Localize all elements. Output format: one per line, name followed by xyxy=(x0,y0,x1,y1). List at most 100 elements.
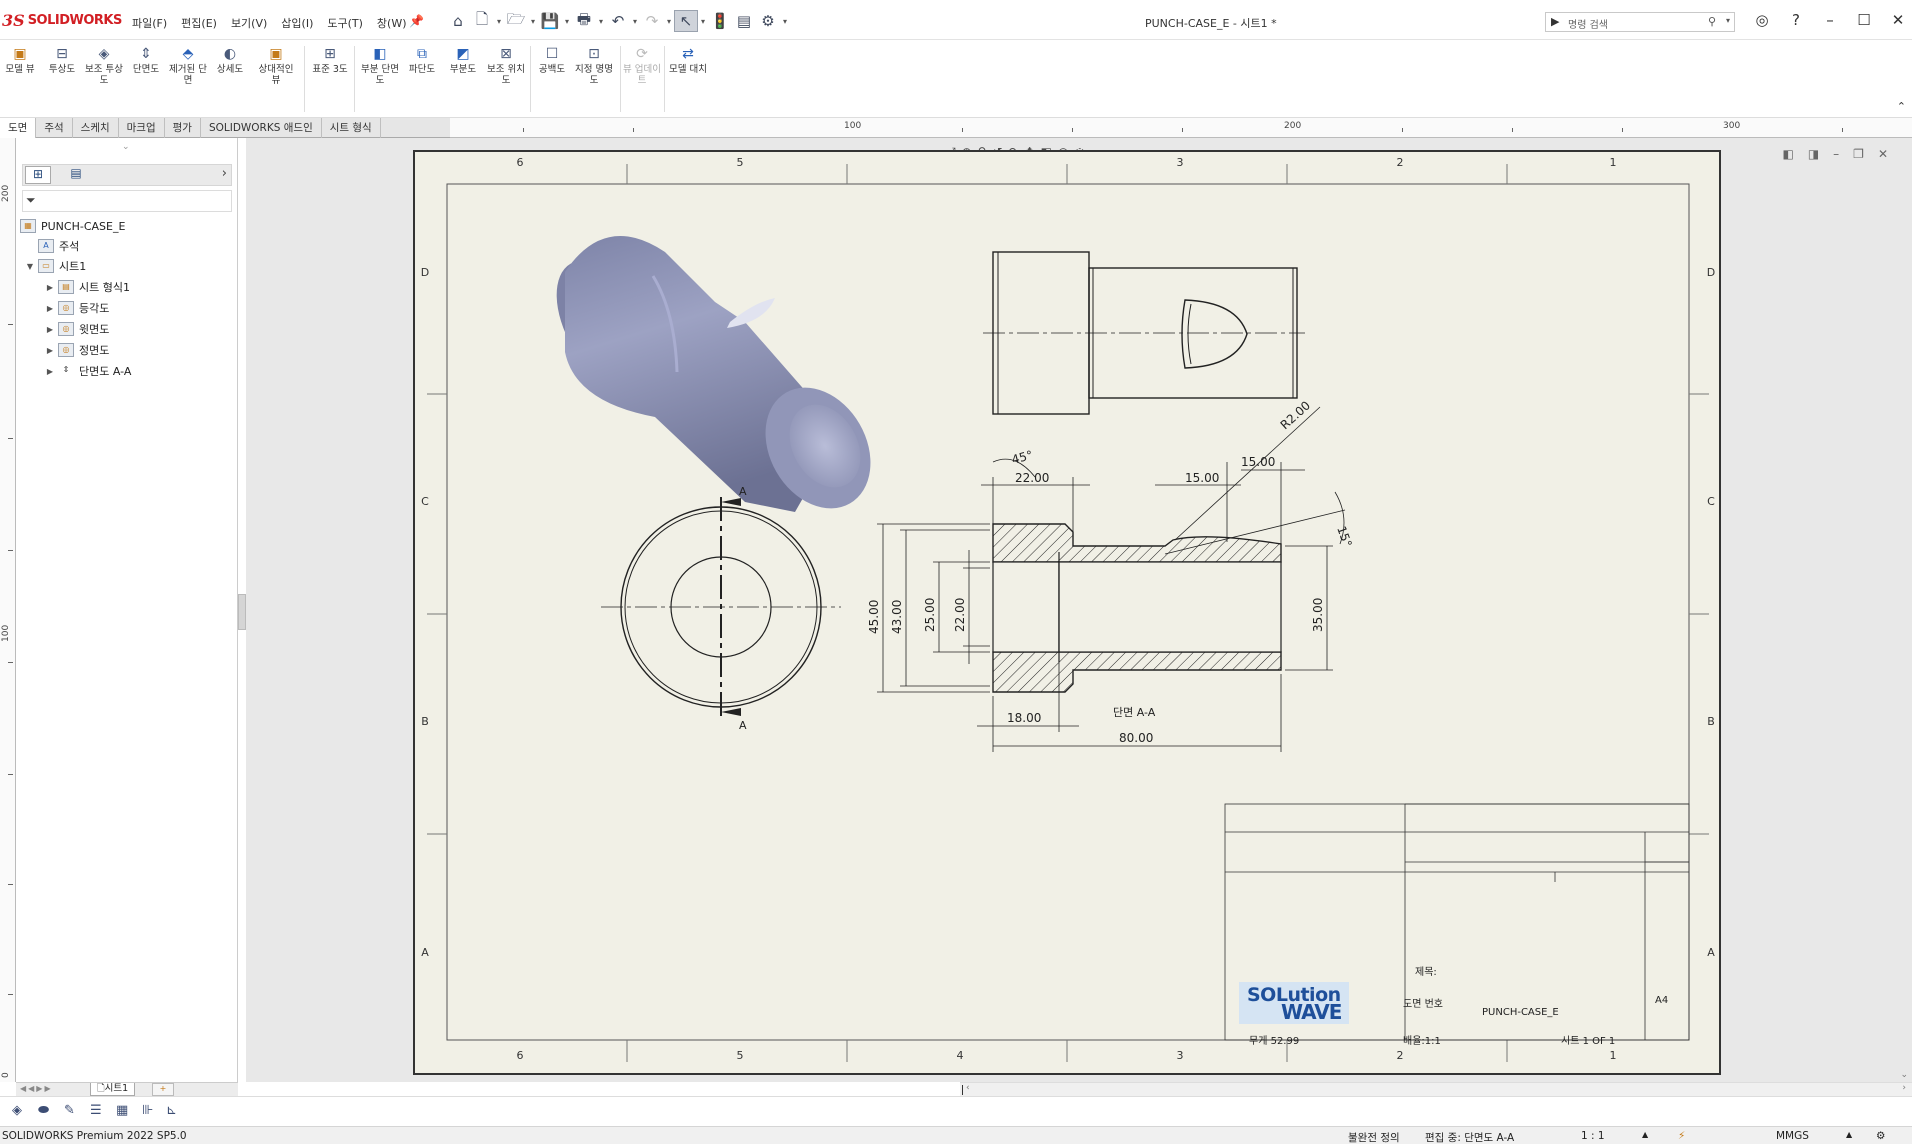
maximize-icon[interactable]: ☐ xyxy=(1847,11,1881,29)
dim-radius[interactable]: R2.00 xyxy=(1278,398,1313,432)
collapse-ribbon-icon[interactable]: ⌃ xyxy=(1897,100,1906,113)
dim-15-a[interactable]: 15.00 xyxy=(1185,471,1219,485)
file-properties-icon[interactable]: ▤ xyxy=(732,10,756,32)
save-icon[interactable]: 💾 xyxy=(538,10,562,32)
dim-chamfer[interactable]: 45° xyxy=(1010,448,1034,467)
tab-drawing[interactable]: 도면 xyxy=(0,118,37,138)
close-icon[interactable]: ✕ xyxy=(1881,11,1912,29)
panel-right-icon[interactable]: ◨ xyxy=(1808,147,1819,161)
redo-icon[interactable]: ↷ xyxy=(640,10,664,32)
break-button[interactable]: ⧉ 파단도 xyxy=(402,46,442,75)
tree-expander[interactable]: ▶ xyxy=(44,367,56,376)
search-dropdown-icon[interactable]: ▾ xyxy=(1726,16,1730,25)
tree-expander[interactable]: ▶ xyxy=(44,304,56,313)
eraser-icon[interactable]: ⬬ xyxy=(38,1103,49,1118)
tree-filter-input[interactable]: ⏷ xyxy=(22,190,232,212)
help-icon[interactable]: ? xyxy=(1779,11,1813,29)
model-view-button[interactable]: ▣ 모델 뷰 xyxy=(0,46,40,75)
top-view[interactable] xyxy=(983,251,1305,415)
tree-expander[interactable]: ▶ xyxy=(44,283,56,292)
auxiliary-view-button[interactable]: ◈ 보조 투상도 xyxy=(84,46,124,86)
panel-left-icon[interactable]: ◧ xyxy=(1782,147,1793,161)
hide-show-edges-icon[interactable]: ⊪ xyxy=(142,1103,153,1118)
relative-view-button[interactable]: ▣ 상대적인 뷰 xyxy=(256,46,296,86)
scroll-down-icon[interactable]: ⌄ xyxy=(1900,1070,1908,1080)
dim-22[interactable]: 22.00 xyxy=(953,598,967,632)
new-document-icon[interactable]: 🗋 xyxy=(470,10,494,32)
open-folder-icon[interactable]: 🗁 xyxy=(504,10,528,32)
rebuild-icon[interactable]: ⚡ xyxy=(1678,1130,1685,1142)
search-icon[interactable]: ⚲ xyxy=(1708,15,1716,28)
print-dropdown-icon[interactable]: ▾ xyxy=(596,17,606,26)
update-view-button[interactable]: ⟳ 뷰 업데이트 xyxy=(622,46,662,86)
dim-15-b[interactable]: 15.00 xyxy=(1241,455,1275,469)
tree-root[interactable]: ▦ PUNCH-CASE_E xyxy=(20,218,125,234)
removed-section-button[interactable]: ⬘ 제거된 단면 xyxy=(168,46,208,86)
front-view[interactable] xyxy=(601,497,841,717)
menu-edit[interactable]: 편집(E) xyxy=(181,15,217,31)
pin-icon[interactable]: 📌 xyxy=(409,14,424,28)
projected-view-button[interactable]: ⊟ 투상도 xyxy=(42,46,82,75)
scroll-left-icon[interactable]: ‹ xyxy=(966,1083,970,1093)
undo-dropdown-icon[interactable]: ▾ xyxy=(630,17,640,26)
tree-expander[interactable]: ▶ xyxy=(44,346,56,355)
tree-expander[interactable]: ▼ xyxy=(24,262,36,271)
detail-view-button[interactable]: ◐ 상세도 xyxy=(210,46,250,75)
dim-angle-15[interactable]: 15° xyxy=(1334,524,1354,549)
line-color-icon[interactable]: ✎ xyxy=(64,1103,75,1118)
doc-restore-icon[interactable]: ❐ xyxy=(1853,147,1864,161)
tab-markup[interactable]: 마크업 xyxy=(119,118,165,138)
print-icon[interactable]: 🖶 xyxy=(572,10,596,32)
replace-model-button[interactable]: ⇄ 모델 대치 xyxy=(668,46,708,75)
dim-35[interactable]: 35.00 xyxy=(1311,598,1325,632)
dim-22-top[interactable]: 22.00 xyxy=(1015,471,1049,485)
line-thickness-icon[interactable]: ☰ xyxy=(90,1103,102,1118)
menu-window[interactable]: 창(W) xyxy=(377,15,407,31)
tree-item-top-view[interactable]: ▶ ◎ 윗면도 xyxy=(44,321,109,337)
line-style-icon[interactable]: ▦ xyxy=(116,1103,128,1118)
traffic-light-icon[interactable]: 🚦 xyxy=(708,10,732,32)
home-icon[interactable]: ⌂ xyxy=(446,10,470,32)
tree-item-isometric-view[interactable]: ▶ ◎ 등각도 xyxy=(44,300,109,316)
section-view-label[interactable]: 단면 A-A xyxy=(1113,706,1156,719)
command-search-input[interactable]: ▶ 명령 검색 ⚲ ▾ xyxy=(1545,12,1735,32)
menu-insert[interactable]: 삽입(I) xyxy=(281,15,313,31)
scale-status[interactable]: 1 : 1 xyxy=(1581,1130,1605,1142)
section-view-button[interactable]: ⇕ 단면도 xyxy=(126,46,166,75)
crop-view-button[interactable]: ◩ 부분도 xyxy=(443,46,483,75)
new-dropdown-icon[interactable]: ▾ xyxy=(494,17,504,26)
options-gear-icon[interactable]: ⚙ xyxy=(756,10,780,32)
layer-icon[interactable]: ◈ xyxy=(12,1103,22,1118)
expand-tabs-icon[interactable]: › xyxy=(222,166,227,181)
save-dropdown-icon[interactable]: ▾ xyxy=(562,17,572,26)
scale-dropdown-icon[interactable]: ▲ xyxy=(1642,1130,1648,1139)
scroll-right-icon[interactable]: › xyxy=(1902,1083,1906,1093)
menu-view[interactable]: 보기(V) xyxy=(231,15,267,31)
add-sheet-icon[interactable]: + xyxy=(152,1083,174,1096)
horizontal-scrollbar[interactable]: ‹ › xyxy=(960,1082,1912,1096)
doc-minimize-icon[interactable]: – xyxy=(1833,147,1839,161)
property-manager-tab-icon[interactable]: ▤ xyxy=(63,166,89,184)
standard-3-view-button[interactable]: ⊞ 표준 3도 xyxy=(310,46,350,75)
tree-item-sheet-format[interactable]: ▶ ▤ 시트 형식1 xyxy=(44,279,130,295)
doc-close-icon[interactable]: ✕ xyxy=(1878,147,1888,161)
options-dropdown-icon[interactable]: ▾ xyxy=(780,17,790,26)
alternate-position-button[interactable]: ⊠ 보조 위치도 xyxy=(486,46,526,86)
drawing-number-value[interactable]: PUNCH-CASE_E xyxy=(1482,1007,1559,1018)
section-view-a-a[interactable] xyxy=(992,523,1282,693)
dim-80[interactable]: 80.00 xyxy=(1119,731,1153,745)
menu-tools[interactable]: 도구(T) xyxy=(327,15,363,31)
sheet-nav-arrows-icon[interactable]: ◀◀▶▶ xyxy=(20,1084,53,1093)
dim-43[interactable]: 43.00 xyxy=(890,600,904,634)
customize-status-icon[interactable]: ⚙ xyxy=(1876,1130,1885,1142)
select-dropdown-icon[interactable]: ▾ xyxy=(698,17,708,26)
minimize-icon[interactable]: – xyxy=(1813,11,1847,29)
open-dropdown-icon[interactable]: ▾ xyxy=(528,17,538,26)
tree-item-sheet1[interactable]: ▼ ▭ 시트1 xyxy=(24,258,86,274)
tree-item-front-view[interactable]: ▶ ◎ 정면도 xyxy=(44,342,109,358)
unit-system[interactable]: MMGS xyxy=(1776,1130,1809,1142)
broken-out-section-button[interactable]: ◧ 부분 단면도 xyxy=(360,46,400,86)
dim-45[interactable]: 45.00 xyxy=(867,600,881,634)
tab-annotation[interactable]: 주석 xyxy=(36,118,73,138)
solidworks-logo[interactable]: 3S SOLIDWORKS xyxy=(2,11,122,30)
